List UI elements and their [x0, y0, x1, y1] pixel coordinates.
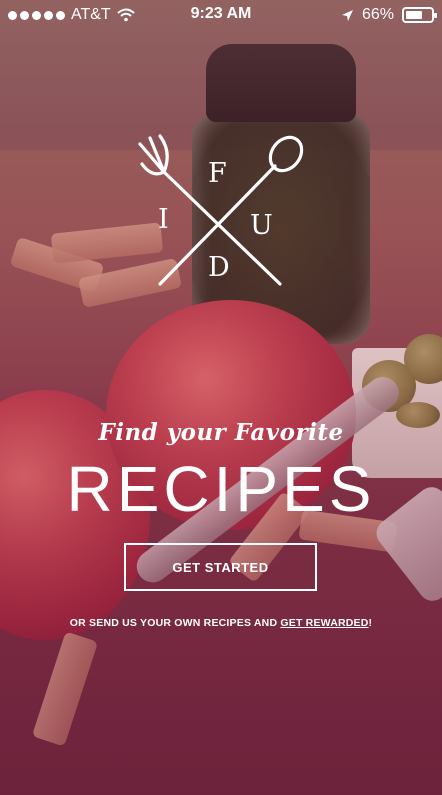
footer-text: OR SEND US YOUR OWN RECIPES AND GET REWA… [0, 617, 442, 629]
logo-letter-f: F [208, 158, 227, 189]
spoon-icon [158, 135, 304, 286]
get-started-button[interactable]: GET STARTED [124, 543, 317, 591]
background-photo [0, 0, 442, 795]
color-overlay [0, 0, 442, 795]
battery-icon [402, 7, 437, 23]
footer-suffix: ! [368, 617, 373, 629]
logo-letter-i: I [158, 204, 169, 235]
status-bar: AT&T 9:23 AM 66% [0, 0, 442, 30]
battery-fill [406, 11, 422, 19]
location-arrow-icon [341, 9, 353, 21]
footer-prefix: OR SEND US YOUR OWN RECIPES AND [69, 617, 278, 629]
status-right-group: 66% [341, 6, 437, 24]
fudi-logo: F I U D [130, 134, 310, 294]
logo-letter-d: D [208, 252, 230, 283]
logo-letter-u: U [250, 210, 273, 241]
get-rewarded-link[interactable]: GET REWARDED [280, 617, 368, 629]
battery-percent: 66% [361, 6, 394, 23]
tagline: Find your Favorite [98, 419, 344, 446]
headline: RECIPES [66, 453, 376, 525]
